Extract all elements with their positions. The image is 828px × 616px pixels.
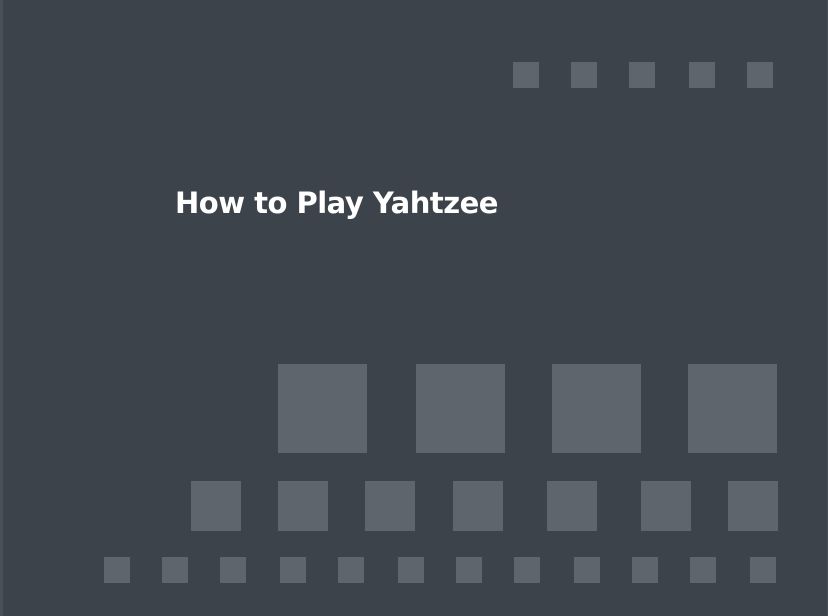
bottom-small-row-square bbox=[574, 557, 600, 583]
large-row-square bbox=[552, 364, 641, 453]
medium-row-square bbox=[365, 481, 415, 531]
bottom-small-row-square bbox=[690, 557, 716, 583]
large-row-square bbox=[278, 364, 367, 453]
top-small-row-square bbox=[513, 62, 539, 88]
top-small-row-square bbox=[571, 62, 597, 88]
page-title: How to Play Yahtzee bbox=[175, 186, 498, 220]
bottom-small-row-square bbox=[104, 557, 130, 583]
top-small-row-square bbox=[629, 62, 655, 88]
bottom-small-row-square bbox=[398, 557, 424, 583]
bottom-small-row-square bbox=[338, 557, 364, 583]
top-small-row-square bbox=[689, 62, 715, 88]
large-row-square bbox=[688, 364, 777, 453]
bottom-small-row-square bbox=[456, 557, 482, 583]
bottom-small-row-square bbox=[514, 557, 540, 583]
top-small-row-square bbox=[747, 62, 773, 88]
medium-row-square bbox=[728, 481, 778, 531]
medium-row-square bbox=[191, 481, 241, 531]
medium-row-square bbox=[641, 481, 691, 531]
large-row-square bbox=[416, 364, 505, 453]
bottom-small-row-square bbox=[280, 557, 306, 583]
medium-row-square bbox=[547, 481, 597, 531]
medium-row-square bbox=[453, 481, 503, 531]
bottom-small-row-square bbox=[632, 557, 658, 583]
medium-row-square bbox=[278, 481, 328, 531]
cover-frame: How to Play Yahtzee bbox=[0, 0, 828, 616]
bottom-small-row-square bbox=[220, 557, 246, 583]
bottom-small-row-square bbox=[162, 557, 188, 583]
bottom-small-row-square bbox=[750, 557, 776, 583]
